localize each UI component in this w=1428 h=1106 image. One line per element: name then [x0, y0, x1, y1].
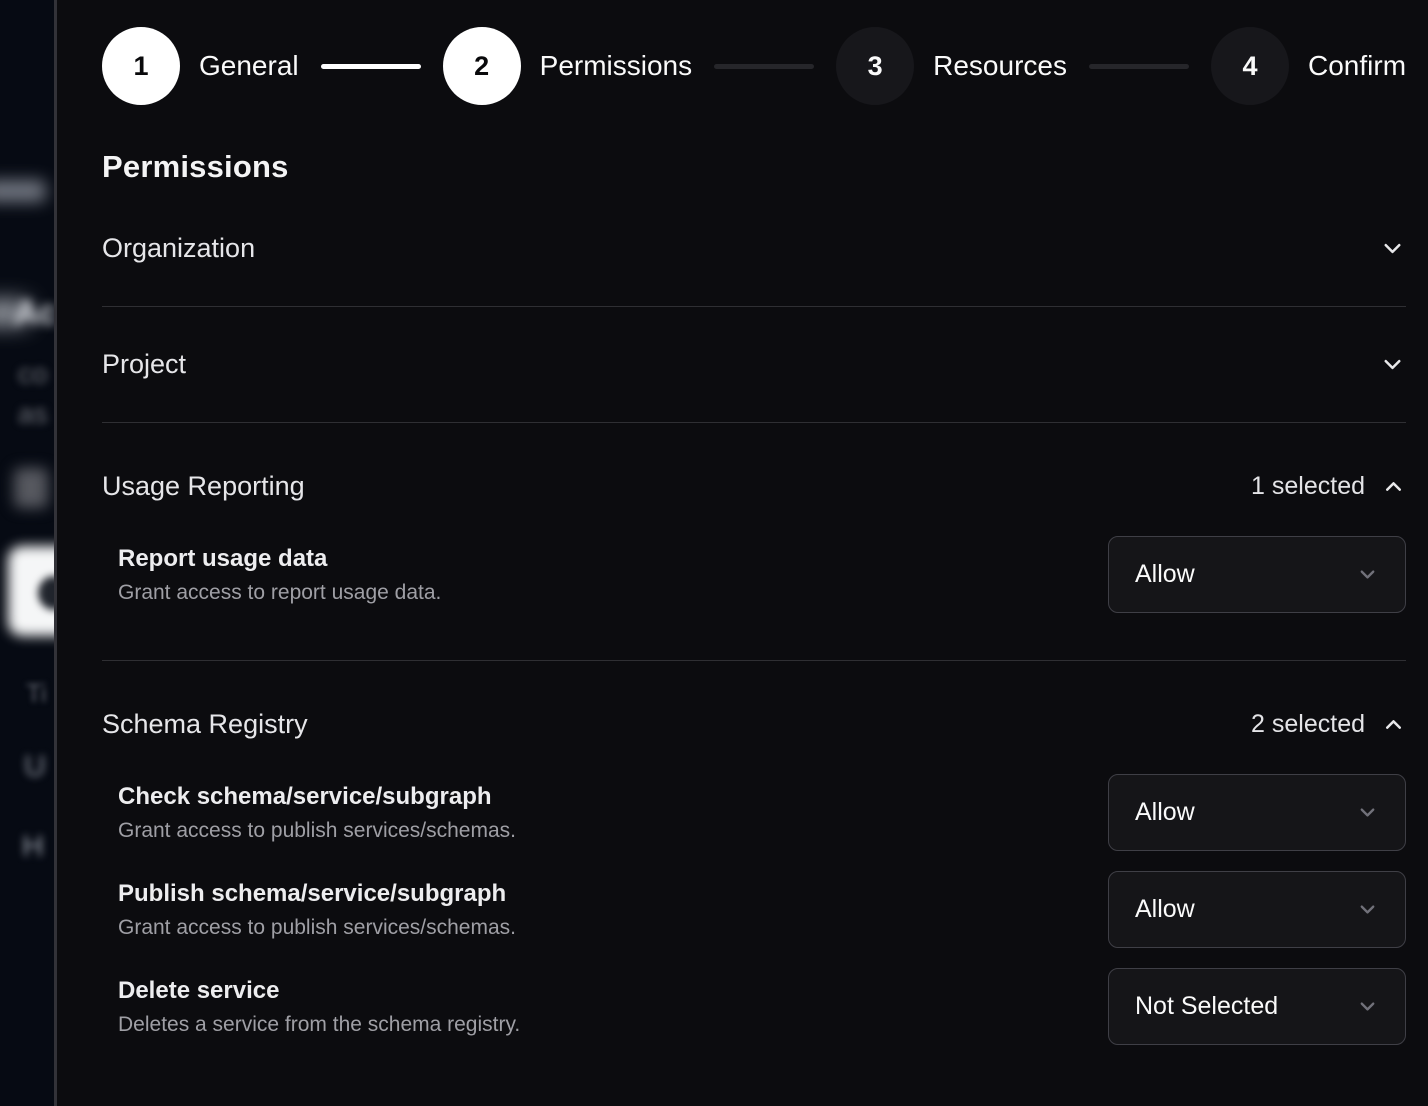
selected-count: 2 selected: [1251, 710, 1365, 739]
step-confirm: 4 Confirm: [1211, 27, 1406, 105]
permission-row-publish-schema: Publish schema/service/subgraph Grant ac…: [102, 871, 1406, 948]
chevron-down-icon: [1356, 995, 1379, 1018]
permission-text: Report usage data Grant access to report…: [102, 545, 441, 605]
chevron-up-icon: [1381, 712, 1406, 737]
step-connector: [321, 64, 421, 69]
permission-select-report-usage-data[interactable]: Allow: [1108, 536, 1406, 613]
section-header-organization[interactable]: Organization: [102, 191, 1406, 306]
page-title: Permissions: [102, 149, 1406, 185]
permission-title: Check schema/service/subgraph: [118, 783, 516, 811]
chevron-down-icon: [1356, 898, 1379, 921]
permission-title: Delete service: [118, 977, 520, 1005]
permission-sections: Organization Project Usage Reporting 1 s…: [102, 191, 1406, 1092]
permission-select-check-schema[interactable]: Allow: [1108, 774, 1406, 851]
step-number-badge: 1: [102, 27, 180, 105]
step-resources: 3 Resources: [836, 27, 1067, 105]
chevron-down-icon: [1356, 801, 1379, 824]
permission-text: Delete service Deletes a service from th…: [102, 977, 520, 1037]
selected-count: 1 selected: [1251, 472, 1365, 501]
chevron-up-icon: [1381, 474, 1406, 499]
section-title: Organization: [102, 233, 255, 264]
permission-text: Check schema/service/subgraph Grant acce…: [102, 783, 516, 843]
section-organization: Organization: [102, 191, 1406, 307]
wizard-stepper: 1 General 2 Permissions 3 Resources 4 Co…: [102, 27, 1406, 105]
section-title: Usage Reporting: [102, 471, 305, 502]
blurred-text-fragment: as: [18, 398, 48, 430]
section-meta: 2 selected: [1251, 710, 1406, 739]
section-header-project[interactable]: Project: [102, 307, 1406, 422]
step-label: Confirm: [1308, 50, 1406, 82]
blurred-icon: [14, 468, 48, 508]
permission-select-publish-schema[interactable]: Allow: [1108, 871, 1406, 948]
permission-description: Grant access to publish services/schemas…: [118, 819, 516, 843]
select-value: Allow: [1135, 798, 1195, 827]
section-project: Project: [102, 307, 1406, 423]
step-number-badge: 4: [1211, 27, 1289, 105]
section-header-schema-registry[interactable]: Schema Registry 2 selected: [102, 661, 1406, 774]
permission-description: Grant access to report usage data.: [118, 581, 441, 605]
section-title: Project: [102, 349, 186, 380]
permission-row-report-usage-data: Report usage data Grant access to report…: [102, 536, 1406, 613]
step-general: 1 General: [102, 27, 299, 105]
blurred-text-fragment: U: [24, 750, 46, 784]
section-header-usage-reporting[interactable]: Usage Reporting 1 selected: [102, 423, 1406, 536]
blurred-text-fragment: H: [22, 830, 44, 864]
step-connector: [1089, 64, 1189, 69]
permission-description: Grant access to publish services/schemas…: [118, 916, 516, 940]
background-sidebar: Ac co as Ti U H: [0, 0, 54, 1106]
step-label: General: [199, 50, 299, 82]
chevron-down-icon: [1379, 351, 1406, 378]
step-number-badge: 2: [443, 27, 521, 105]
step-connector: [714, 64, 814, 69]
permission-text: Publish schema/service/subgraph Grant ac…: [102, 880, 516, 940]
chevron-down-icon: [1356, 563, 1379, 586]
blurred-nav-item: [0, 180, 46, 202]
chevron-down-icon: [1379, 235, 1406, 262]
permission-title: Publish schema/service/subgraph: [118, 880, 516, 908]
permission-title: Report usage data: [118, 545, 441, 573]
blurred-text-fragment: Ti: [26, 678, 47, 709]
step-label: Resources: [933, 50, 1067, 82]
blurred-text-fragment: co: [18, 358, 48, 390]
access-token-wizard-panel: 1 General 2 Permissions 3 Resources 4 Co…: [57, 0, 1428, 1106]
select-value: Allow: [1135, 560, 1195, 589]
blurred-text-fragment: Ac: [14, 294, 54, 333]
permission-select-delete-service[interactable]: Not Selected: [1108, 968, 1406, 1045]
permission-description: Deletes a service from the schema regist…: [118, 1013, 520, 1037]
section-usage-reporting: Usage Reporting 1 selected Report usage …: [102, 423, 1406, 661]
permission-row-check-schema: Check schema/service/subgraph Grant acce…: [102, 774, 1406, 851]
section-title: Schema Registry: [102, 709, 308, 740]
section-schema-registry: Schema Registry 2 selected Check schema/…: [102, 661, 1406, 1092]
step-label: Permissions: [540, 50, 692, 82]
select-value: Not Selected: [1135, 992, 1278, 1021]
step-number-badge: 3: [836, 27, 914, 105]
select-value: Allow: [1135, 895, 1195, 924]
section-meta: 1 selected: [1251, 472, 1406, 501]
step-permissions: 2 Permissions: [443, 27, 692, 105]
permission-row-delete-service: Delete service Deletes a service from th…: [102, 968, 1406, 1045]
